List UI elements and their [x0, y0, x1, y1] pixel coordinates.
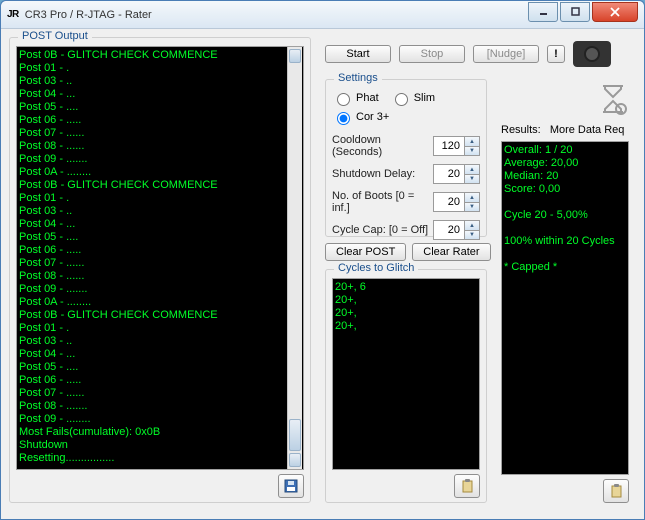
- hourglass-icon: [599, 83, 627, 118]
- clipboard-icon: [461, 479, 474, 493]
- radio-cor3[interactable]: Cor 3+: [332, 109, 389, 125]
- cycles-title: Cycles to Glitch: [334, 262, 418, 274]
- settings-group: Settings Phat Slim Cor 3+ Cooldown (Seco…: [325, 79, 487, 237]
- post-output-scrollbar[interactable]: [287, 47, 302, 469]
- boots-label: No. of Boots [0 = inf.]: [332, 190, 433, 214]
- scroll-up-icon[interactable]: [289, 49, 301, 63]
- clear-post-button[interactable]: Clear POST: [325, 243, 406, 261]
- spin-up-icon[interactable]: ▲: [465, 137, 479, 146]
- radio-phat[interactable]: Phat: [332, 90, 379, 106]
- cycles-console[interactable]: 20+, 620+,20+,20+,: [332, 278, 480, 470]
- copy-results-button[interactable]: [603, 479, 629, 503]
- minimize-button[interactable]: [528, 2, 558, 22]
- window-title: CR3 Pro / R-JTAG - Rater: [25, 9, 528, 21]
- app-logo: JR: [7, 9, 19, 20]
- cycles-lines: 20+, 620+,20+,20+,: [335, 281, 477, 333]
- results-label: Results:: [501, 124, 541, 136]
- cooldown-spinner[interactable]: ▲▼: [433, 136, 480, 156]
- settings-title: Settings: [334, 72, 382, 84]
- copy-cycles-button[interactable]: [454, 474, 480, 498]
- cycles-group: Cycles to Glitch 20+, 620+,20+,20+,: [325, 269, 487, 503]
- radio-slim[interactable]: Slim: [390, 90, 435, 106]
- titlebar: JR CR3 Pro / R-JTAG - Rater: [1, 1, 644, 29]
- floppy-disk-icon: [284, 479, 298, 493]
- save-post-button[interactable]: [278, 474, 304, 498]
- results-console[interactable]: Overall: 1 / 20Average: 20,00Median: 20S…: [501, 141, 629, 475]
- app-window: JR CR3 Pro / R-JTAG - Rater POST Output …: [0, 0, 645, 520]
- nudge-button[interactable]: [Nudge]: [473, 45, 539, 63]
- post-output-console[interactable]: Post 0B - GLITCH CHECK COMMENCEPost 01 -…: [16, 46, 304, 470]
- post-output-group: POST Output Post 0B - GLITCH CHECK COMME…: [9, 37, 311, 503]
- cooldown-input[interactable]: [434, 137, 464, 155]
- clipboard-icon: [610, 484, 623, 498]
- cooldown-label: Cooldown (Seconds): [332, 134, 433, 158]
- shutdown-input[interactable]: [434, 165, 464, 183]
- stop-button[interactable]: Stop: [399, 45, 465, 63]
- clear-rater-button[interactable]: Clear Rater: [412, 243, 490, 261]
- post-output-lines: Post 0B - GLITCH CHECK COMMENCEPost 01 -…: [19, 49, 301, 465]
- cycle-label: Cycle Cap: [0 = Off]: [332, 224, 428, 236]
- cycle-input[interactable]: [434, 221, 464, 239]
- results-lines: Overall: 1 / 20Average: 20,00Median: 20S…: [504, 144, 626, 274]
- shutdown-label: Shutdown Delay:: [332, 168, 415, 180]
- camera-button[interactable]: [573, 41, 611, 67]
- results-status: More Data Req: [550, 124, 625, 136]
- maximize-button[interactable]: [560, 2, 590, 22]
- cycle-spinner[interactable]: ▲▼: [433, 220, 480, 240]
- scroll-down-icon[interactable]: [289, 453, 301, 467]
- close-button[interactable]: [592, 2, 638, 22]
- spin-down-icon[interactable]: ▼: [465, 146, 479, 155]
- shutdown-spinner[interactable]: ▲▼: [433, 164, 480, 184]
- boots-spinner[interactable]: ▲▼: [433, 192, 480, 212]
- scroll-thumb[interactable]: [289, 419, 301, 451]
- post-output-title: POST Output: [18, 30, 92, 42]
- alert-button[interactable]: !: [547, 45, 565, 63]
- boots-input[interactable]: [434, 193, 464, 211]
- start-button[interactable]: Start: [325, 45, 391, 63]
